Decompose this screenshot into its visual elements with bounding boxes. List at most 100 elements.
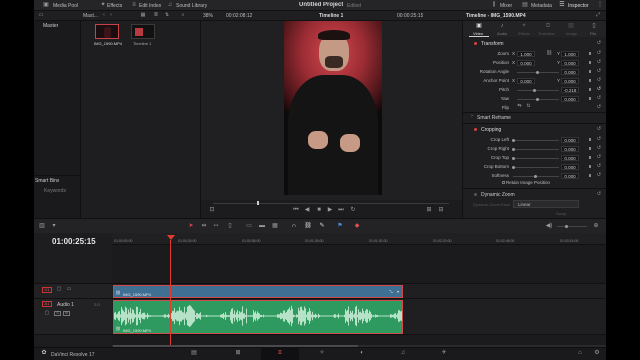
zoom-reset-icon[interactable]: ↺ bbox=[596, 50, 602, 57]
clip-thumbnail-img1590[interactable] bbox=[95, 24, 119, 39]
cut-page-icon[interactable]: ⊠ bbox=[234, 349, 242, 357]
position-keyframe-icon[interactable] bbox=[589, 61, 591, 64]
replace-clip-icon[interactable]: ▦ bbox=[271, 222, 279, 230]
media-pool-icon[interactable]: ▣ bbox=[42, 1, 50, 9]
dynamic-zoom-reset-icon[interactable]: ↺ bbox=[596, 190, 602, 198]
timeline-thumbnail[interactable] bbox=[131, 24, 155, 39]
timeline-zoom-icon[interactable]: ⊕ bbox=[592, 222, 600, 230]
crop-left-keyframe-icon[interactable] bbox=[589, 138, 591, 141]
anchor-keyframe-icon[interactable] bbox=[589, 79, 591, 82]
media-page-icon[interactable]: ▤ bbox=[190, 349, 198, 357]
pitch-field[interactable]: -0.218 bbox=[561, 87, 579, 93]
jump-start-icon[interactable]: ⏮ bbox=[292, 206, 300, 214]
yaw-field[interactable]: 0.000 bbox=[561, 96, 579, 102]
zoom-slider[interactable] bbox=[557, 226, 587, 227]
crop-top-keyframe-icon[interactable] bbox=[589, 156, 591, 159]
timeline-timecode[interactable]: 01:00:25:15 bbox=[52, 237, 96, 246]
fusion-page-icon[interactable]: ✧ bbox=[318, 349, 326, 357]
play-reverse-icon[interactable]: ◀ bbox=[303, 206, 311, 214]
retain-checkbox[interactable] bbox=[502, 181, 505, 184]
video-tab-icon[interactable]: ▣ bbox=[475, 22, 483, 30]
crop-top-slider[interactable] bbox=[513, 158, 559, 159]
pitch-slider[interactable] bbox=[517, 90, 559, 91]
transition-tab-icon[interactable]: ⧉ bbox=[544, 22, 552, 30]
flag-icon[interactable]: ⚑ bbox=[336, 222, 344, 230]
flip-horizontal-icon[interactable]: ⇆ bbox=[516, 103, 523, 110]
scrubber-track[interactable] bbox=[213, 203, 449, 204]
video-clip[interactable]: ⛓ IMG_1590.MP4 ⤡ ▾ bbox=[113, 285, 403, 298]
dynamic-zoom-swap[interactable]: Swap bbox=[556, 211, 566, 216]
list-view-icon[interactable]: ≣ bbox=[153, 12, 159, 19]
clip-name[interactable]: IMG_1590.MP4 bbox=[94, 41, 122, 46]
mixer-button[interactable]: Mixer bbox=[500, 3, 512, 9]
trim-tool-icon[interactable]: ⇹ bbox=[200, 222, 208, 230]
color-page-icon[interactable]: ◐ bbox=[358, 349, 366, 357]
crop-top-reset-icon[interactable]: ↺ bbox=[596, 154, 602, 161]
crop-left-field[interactable]: 0.000 bbox=[561, 137, 579, 143]
pitch-reset-icon[interactable]: ↺ bbox=[596, 86, 602, 93]
anchor-reset-icon[interactable]: ↺ bbox=[596, 77, 602, 84]
sort-icon[interactable]: ⇅ bbox=[164, 12, 170, 19]
blade-tool-icon[interactable]: ▯ bbox=[226, 222, 234, 230]
cropping-reset-icon[interactable]: ↺ bbox=[596, 125, 602, 133]
inspector-button[interactable]: Inspector bbox=[568, 3, 589, 9]
position-lock-icon[interactable]: ✎ bbox=[318, 222, 326, 230]
overwrite-clip-icon[interactable]: ▬ bbox=[258, 222, 266, 230]
play-icon[interactable]: ▶ bbox=[326, 206, 334, 214]
media-pool-button[interactable]: Media Pool bbox=[53, 3, 78, 9]
inspector-icon[interactable]: ☰ bbox=[558, 1, 566, 9]
grid-view-icon[interactable]: ▦ bbox=[140, 12, 146, 19]
video-track-lock-icon[interactable]: ▢ bbox=[56, 286, 62, 293]
softness-knob[interactable] bbox=[534, 175, 537, 178]
effects-tab-icon[interactable]: ✦ bbox=[520, 22, 528, 30]
softness-reset-icon[interactable]: ↺ bbox=[596, 172, 602, 179]
transform-header[interactable]: Transform bbox=[481, 41, 504, 47]
edit-index-button[interactable]: Edit Index bbox=[139, 3, 161, 9]
smart-reframe-header[interactable]: Smart Reframe bbox=[477, 115, 511, 121]
effects-button[interactable]: Effects bbox=[107, 3, 122, 9]
crop-right-keyframe-icon[interactable] bbox=[589, 147, 591, 150]
match-frame-icon[interactable]: ⊞ bbox=[425, 206, 433, 214]
crop-right-reset-icon[interactable]: ↺ bbox=[596, 145, 602, 152]
viewer-zoom[interactable]: 38% bbox=[203, 13, 213, 19]
forward-icon[interactable]: › bbox=[108, 12, 114, 19]
bin-list-icon[interactable]: ▭ bbox=[38, 12, 44, 19]
playhead-line[interactable] bbox=[170, 240, 171, 345]
dynamic-zoom-header[interactable]: Dynamic Zoom bbox=[481, 192, 515, 198]
metadata-button[interactable]: Metadata bbox=[531, 3, 552, 9]
deliver-page-icon[interactable]: ✈ bbox=[440, 349, 448, 357]
marker-icon[interactable]: ◆ bbox=[353, 222, 361, 230]
snapping-icon[interactable]: ∩ bbox=[290, 222, 298, 230]
timeline-view-icon[interactable]: ▥ bbox=[38, 222, 46, 230]
more-options-icon[interactable]: ⋮ bbox=[596, 1, 604, 9]
edit-page-icon[interactable]: ⧖ bbox=[276, 349, 284, 357]
rotation-keyframe-icon[interactable] bbox=[589, 70, 591, 73]
stop-icon[interactable]: ■ bbox=[315, 206, 323, 214]
volume-icon[interactable]: ◀) bbox=[545, 222, 553, 230]
audio-track-id[interactable]: A1 bbox=[42, 301, 52, 307]
smart-bin-keywords[interactable]: Keywords bbox=[44, 188, 66, 194]
pitch-keyframe-icon[interactable] bbox=[589, 88, 591, 91]
softness-keyframe-icon[interactable] bbox=[589, 174, 591, 177]
anchor-y-field[interactable]: 0.000 bbox=[561, 78, 579, 84]
fullscreen-icon[interactable]: ⊟ bbox=[437, 206, 445, 214]
tab-audio[interactable]: Audio bbox=[497, 31, 507, 36]
smart-reframe-chevron-icon[interactable]: › bbox=[469, 113, 475, 120]
position-reset-icon[interactable]: ↺ bbox=[596, 59, 602, 66]
flip-vertical-icon[interactable]: ⇅ bbox=[525, 103, 532, 110]
bin-master[interactable]: Master bbox=[43, 23, 58, 29]
timeline-name[interactable]: Timeline 1 bbox=[319, 13, 343, 19]
home-icon[interactable]: ⌂ bbox=[576, 349, 584, 357]
flip-reset-icon[interactable]: ↺ bbox=[596, 104, 602, 111]
metadata-icon[interactable]: ▤ bbox=[521, 1, 529, 9]
jump-end-icon[interactable]: ⏭ bbox=[337, 206, 345, 214]
position-x-field[interactable]: 0.000 bbox=[517, 60, 535, 66]
audio-mute-icon[interactable]: M bbox=[63, 311, 70, 316]
zoom-link-icon[interactable]: ⛓ bbox=[546, 50, 552, 57]
sound-library-button[interactable]: Sound Library bbox=[176, 3, 207, 9]
timeline-options-icon[interactable]: ▾ bbox=[50, 222, 58, 230]
timeline-clip-name[interactable]: Timeline 1 bbox=[133, 41, 151, 46]
image-tab-icon[interactable]: ▨ bbox=[567, 22, 575, 30]
dynamic-zoom-dot[interactable] bbox=[474, 193, 477, 196]
viewer-mode-icon[interactable]: ⊡ bbox=[208, 206, 216, 214]
